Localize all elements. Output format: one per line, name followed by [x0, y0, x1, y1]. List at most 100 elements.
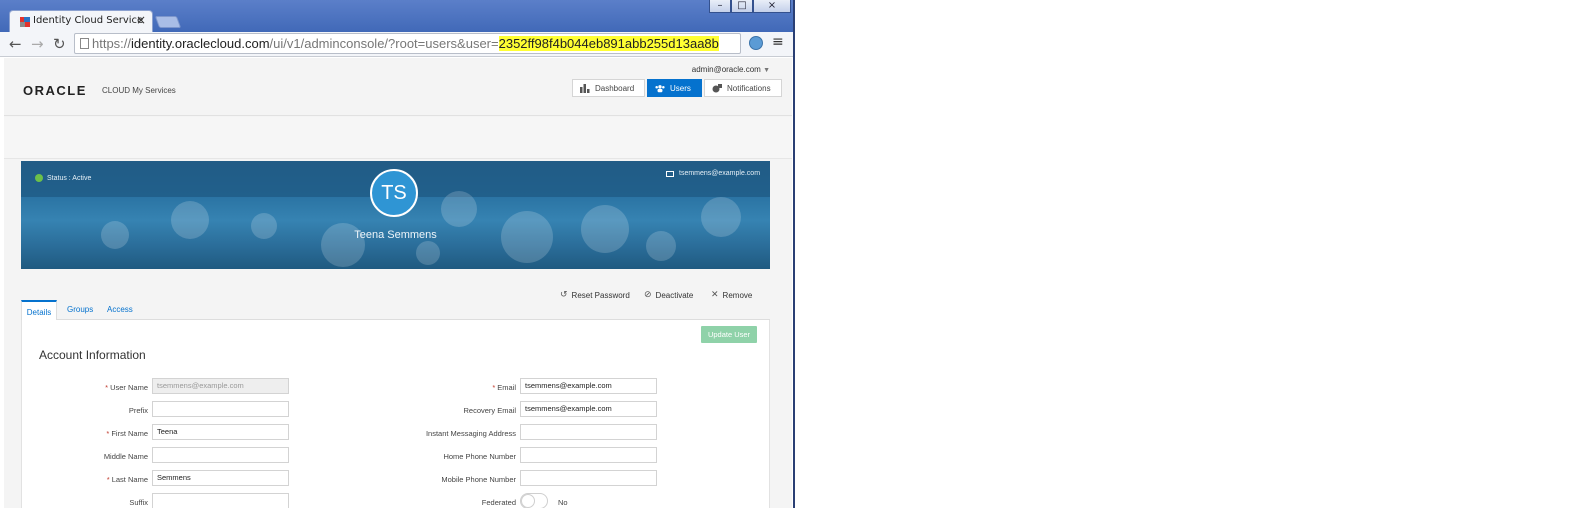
- back-icon[interactable]: ←: [9, 35, 22, 53]
- bokeh-decoration: [416, 241, 440, 265]
- details-panel: Update User Account Information * User Na…: [21, 320, 770, 508]
- title-bar: – □ × Identity Cloud Service ×: [0, 0, 793, 32]
- nav-dashboard[interactable]: Dashboard: [572, 79, 645, 97]
- mobile-phone-label: Mobile Phone Number: [441, 475, 516, 484]
- section-title: Account Information: [39, 348, 146, 362]
- nav-users-label: Users: [670, 83, 691, 93]
- extension-icon[interactable]: [749, 36, 763, 50]
- tab-details[interactable]: Details: [21, 300, 57, 321]
- address-bar[interactable]: https://identity.oraclecloud.com/ui/v1/a…: [74, 33, 741, 54]
- url-path: /ui/v1/adminconsole/?root=users&user=: [269, 36, 499, 51]
- nav-dashboard-label: Dashboard: [595, 83, 635, 93]
- chevron-down-icon: ▼: [763, 67, 770, 74]
- url-scheme: https://: [92, 36, 132, 51]
- profile-email[interactable]: tsemmens@example.com: [679, 170, 760, 177]
- remove-button[interactable]: ✕ Remove: [711, 290, 752, 300]
- deactivate-label: Deactivate: [655, 290, 694, 300]
- forward-icon[interactable]: →: [31, 35, 44, 53]
- suffix-label: Suffix: [129, 498, 148, 507]
- bokeh-decoration: [441, 191, 477, 227]
- federated-toggle[interactable]: [520, 493, 548, 508]
- browser-toolbar: ← → ↻ https://identity.oraclecloud.com/u…: [0, 32, 793, 57]
- tab-title: Identity Cloud Service: [33, 15, 144, 26]
- maximize-button[interactable]: □: [731, 0, 753, 13]
- prefix-label: Prefix: [128, 406, 148, 415]
- toggle-knob: [521, 494, 535, 508]
- reset-icon: ↺: [560, 290, 568, 300]
- middle-name-field[interactable]: [152, 447, 289, 463]
- nav-notifications[interactable]: Notifications: [704, 79, 782, 97]
- oracle-logo: ORACLE: [23, 83, 87, 98]
- users-icon: [655, 84, 665, 92]
- user-full-name: Teena Semmens: [354, 229, 437, 241]
- bar-chart-icon: [580, 83, 590, 93]
- email-label-text: Email: [497, 383, 516, 392]
- admin-user-menu[interactable]: admin@oracle.com ▼: [692, 65, 770, 74]
- notifications-icon: [712, 83, 722, 92]
- remove-label: Remove: [722, 290, 753, 300]
- tab-groups[interactable]: Groups: [67, 305, 93, 314]
- email-field[interactable]: tsemmens@example.com: [520, 378, 657, 394]
- deactivate-button[interactable]: ⊘ Deactivate: [644, 290, 693, 300]
- required-marker: *: [492, 383, 496, 392]
- url-host: identity.oraclecloud.com: [131, 36, 270, 51]
- deactivate-icon: ⊘: [644, 290, 652, 300]
- url-text: https://identity.oraclecloud.com/ui/v1/a…: [92, 36, 719, 51]
- first-name-label: * First Name: [106, 429, 148, 438]
- tab-close-icon[interactable]: ×: [136, 13, 146, 27]
- prefix-field[interactable]: [152, 401, 289, 417]
- reset-password-button[interactable]: ↺ Reset Password: [560, 290, 630, 300]
- browser-tab[interactable]: Identity Cloud Service ×: [9, 10, 153, 32]
- close-window-button[interactable]: ×: [753, 0, 791, 13]
- menu-icon[interactable]: ≡: [772, 34, 784, 50]
- first-name-field[interactable]: Teena: [152, 424, 289, 440]
- required-marker: *: [106, 429, 110, 438]
- reset-password-label: Reset Password: [571, 290, 630, 300]
- url-highlight: 2352ff98f4b044eb891abb255d13aa8b: [498, 36, 719, 51]
- tab-access[interactable]: Access: [107, 305, 133, 314]
- profile-banner: Status : Active tsemmens@example.com TS …: [21, 161, 770, 269]
- home-phone-field[interactable]: [520, 447, 657, 463]
- header-nav: Dashboard Users Notifications: [572, 79, 784, 97]
- new-tab-button[interactable]: [154, 16, 182, 28]
- middle-name-label: Middle Name: [103, 452, 148, 461]
- logo-suffix: CLOUD My Services: [102, 86, 176, 95]
- detail-tabs: Details Groups Access: [21, 300, 770, 321]
- user-name-label-text: User Name: [110, 383, 148, 392]
- status-active-dot: [35, 174, 43, 182]
- page-icon: [80, 38, 89, 49]
- recovery-email-field[interactable]: tsemmens@example.com: [520, 401, 657, 417]
- federated-label: Federated: [481, 498, 516, 507]
- nav-users[interactable]: Users: [647, 79, 702, 97]
- suffix-field[interactable]: [152, 493, 289, 508]
- update-user-button[interactable]: Update User: [701, 326, 757, 343]
- app-content: admin@oracle.com ▼ ORACLE CLOUD My Servi…: [4, 58, 792, 508]
- first-name-label-text: First Name: [111, 429, 148, 438]
- browser-window: – □ × Identity Cloud Service × ← → ↻ htt…: [0, 0, 795, 508]
- im-address-field[interactable]: [520, 424, 657, 440]
- window-controls: – □ ×: [709, 0, 791, 13]
- remove-icon: ✕: [711, 290, 719, 300]
- recovery-email-label: Recovery Email: [463, 406, 516, 415]
- im-address-label: Instant Messaging Address: [425, 429, 516, 438]
- last-name-label-text: Last Name: [111, 475, 148, 484]
- nav-notifications-label: Notifications: [727, 83, 771, 93]
- minimize-button[interactable]: –: [709, 0, 731, 13]
- email-label: * Email: [492, 383, 516, 392]
- avatar: TS: [370, 169, 418, 217]
- required-marker: *: [105, 383, 109, 392]
- app-header: admin@oracle.com ▼ ORACLE CLOUD My Servi…: [4, 58, 792, 116]
- oracle-favicon-icon: [20, 17, 30, 27]
- admin-user-label: admin@oracle.com: [691, 65, 761, 74]
- reload-icon[interactable]: ↻: [53, 35, 66, 53]
- federated-value: No: [558, 498, 568, 507]
- required-marker: *: [106, 475, 110, 484]
- user-name-label: * User Name: [105, 383, 148, 392]
- mail-icon: [666, 171, 674, 177]
- mobile-phone-field[interactable]: [520, 470, 657, 486]
- home-phone-label: Home Phone Number: [443, 452, 516, 461]
- last-name-field[interactable]: Semmens: [152, 470, 289, 486]
- user-name-field: tsemmens@example.com: [152, 378, 289, 394]
- last-name-label: * Last Name: [107, 475, 148, 484]
- status-text: Status : Active: [47, 175, 92, 182]
